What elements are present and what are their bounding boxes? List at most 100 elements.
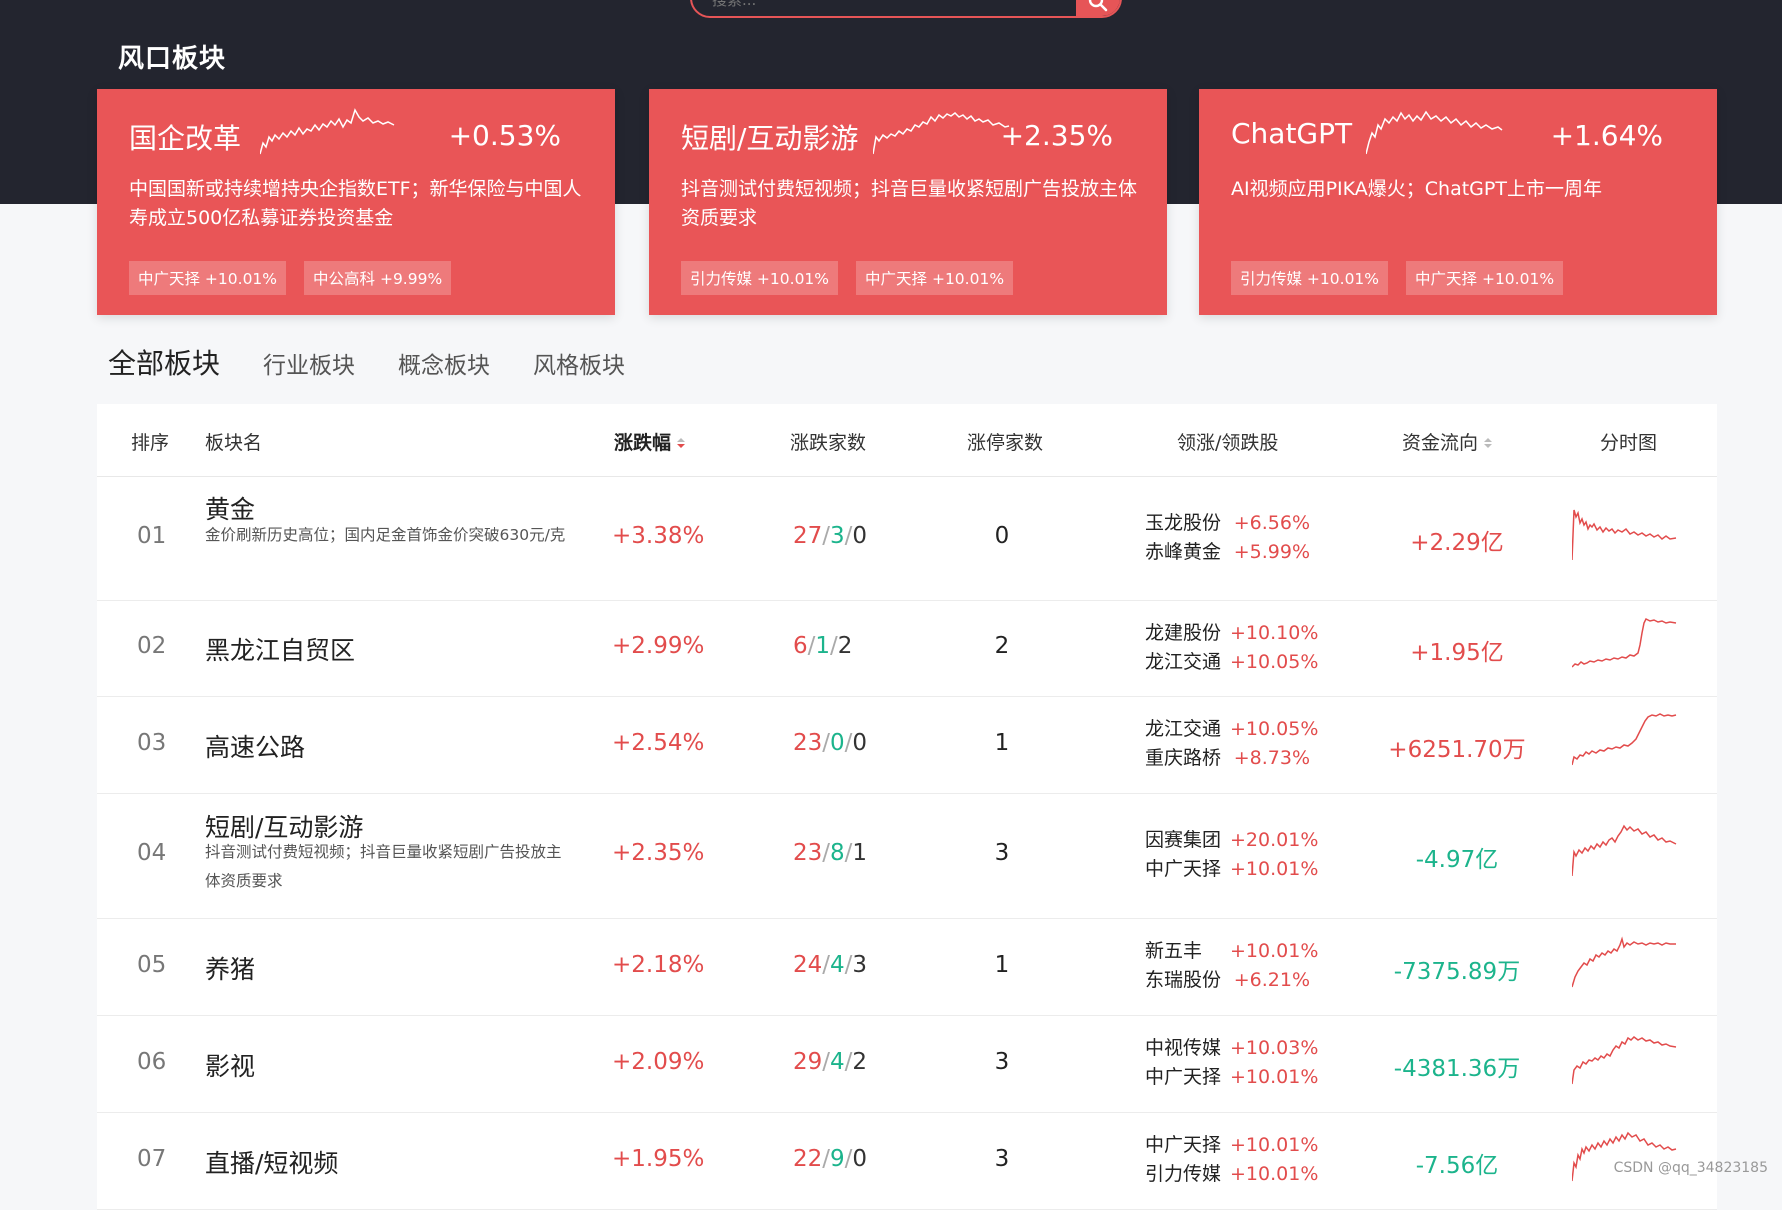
- sector-name[interactable]: 黑龙江自贸区: [205, 631, 355, 667]
- row-index: 01: [137, 523, 167, 549]
- watermark: CSDN @qq_34823185: [1613, 1160, 1768, 1176]
- leader-stocks: 玉龙股份 +6.56% 赤峰黄金 +5.99%: [1145, 509, 1310, 567]
- leader-name[interactable]: 龙江交通: [1145, 715, 1230, 744]
- down-count: 0: [852, 523, 868, 549]
- header-name: 板块名: [205, 432, 263, 454]
- search-box[interactable]: [690, 0, 1122, 18]
- table-row[interactable]: 03 高速公路 +2.54% 23/0/0 1 龙江交通 +10.05% 重庆路桥…: [97, 697, 1717, 794]
- leader-name[interactable]: 中视传媒: [1145, 1034, 1230, 1063]
- tab-style[interactable]: 风格板块: [533, 346, 625, 380]
- leader-change: +20.01%: [1230, 829, 1319, 851]
- leader-stocks: 新五丰 +10.01% 东瑞股份 +6.21%: [1145, 937, 1318, 995]
- leader-change: +8.73%: [1233, 747, 1310, 769]
- header-change-sort[interactable]: 涨跌幅: [614, 428, 688, 455]
- sector-name[interactable]: 影视: [205, 1047, 255, 1083]
- leader-stocks: 龙江交通 +10.05% 重庆路桥 +8.73%: [1145, 715, 1319, 773]
- sector-change: +2.99%: [612, 633, 705, 659]
- tab-concept[interactable]: 概念板块: [398, 346, 490, 380]
- header-limit-up: 涨停家数: [967, 432, 1044, 454]
- sector-name[interactable]: 高速公路: [205, 728, 305, 764]
- up-count: 23: [793, 730, 823, 756]
- leader-stocks: 龙建股份 +10.10% 龙江交通 +10.05%: [1145, 619, 1319, 677]
- card-change: +2.35%: [1000, 119, 1113, 152]
- hot-sector-card[interactable]: 国企改革 +0.53% 中国国新或持续增持央企指数ETF；新华保险与中国人寿成立…: [97, 89, 615, 315]
- sector-tabs: 全部板块 行业板块 概念板块 风格板块: [108, 342, 668, 382]
- table-header: 排序 板块名 涨跌幅 涨跌家数 涨停家数 领涨/领跌股 资金流向 分时图: [97, 404, 1717, 477]
- table-row[interactable]: 05 养猪 +2.18% 24/4/3 1 新五丰 +10.01% 东瑞股份 +6.…: [97, 919, 1717, 1016]
- sector-table: 排序 板块名 涨跌幅 涨跌家数 涨停家数 领涨/领跌股 资金流向 分时图 01 …: [97, 404, 1717, 1210]
- leader-change: +10.01%: [1230, 858, 1319, 880]
- row-index: 05: [137, 952, 167, 978]
- header-intraday: 分时图: [1600, 432, 1658, 454]
- capital-flow: -7375.89万: [1393, 959, 1521, 985]
- flat-count: 4: [830, 1049, 845, 1075]
- up-down-count: 27/3/0: [793, 523, 868, 549]
- table-row[interactable]: 01 黄金 金价刷新历史高位；国内足金首饰金价突破630元/克 +3.38% 2…: [97, 477, 1717, 601]
- sparkline-chart: [873, 112, 1010, 155]
- down-count: 0: [852, 1146, 868, 1172]
- leader-name[interactable]: 龙江交通: [1145, 648, 1230, 677]
- leader-change: +5.99%: [1233, 541, 1310, 563]
- stock-tag[interactable]: 中公高科 +9.99%: [304, 261, 452, 295]
- leader-name[interactable]: 中广天择: [1145, 1131, 1230, 1160]
- leader-name[interactable]: 玉龙股份: [1145, 509, 1230, 538]
- leader-name[interactable]: 新五丰: [1145, 937, 1230, 966]
- header-change-label: 涨跌幅: [614, 432, 672, 454]
- limit-up-count: 0: [994, 523, 1010, 549]
- table-row[interactable]: 02 黑龙江自贸区 +2.99% 6/1/2 2 龙建股份 +10.10% 龙江交…: [97, 601, 1717, 697]
- up-down-count: 24/4/3: [793, 952, 868, 978]
- capital-flow: +6251.70万: [1388, 737, 1526, 763]
- leader-name[interactable]: 龙建股份: [1145, 619, 1230, 648]
- leader-change: +10.03%: [1230, 1037, 1319, 1059]
- limit-up-count: 2: [994, 633, 1010, 659]
- search-input[interactable]: [710, 0, 1044, 14]
- limit-up-count: 1: [994, 730, 1010, 756]
- table-row[interactable]: 07 直播/短视频 +1.95% 22/9/0 3 中广天择 +10.01% 引力…: [97, 1113, 1717, 1210]
- up-down-count: 6/1/2: [793, 633, 853, 659]
- leader-stocks: 中广天择 +10.01% 引力传媒 +10.01%: [1145, 1131, 1319, 1189]
- leader-name[interactable]: 引力传媒: [1145, 1160, 1230, 1189]
- leader-change: +10.01%: [1230, 1066, 1319, 1088]
- sort-icon: [1484, 438, 1493, 448]
- stock-tag[interactable]: 引力传媒 +10.01%: [1231, 261, 1389, 295]
- stock-tag[interactable]: 中广天择 +10.01%: [129, 261, 287, 295]
- sector-name[interactable]: 直播/短视频: [205, 1144, 338, 1180]
- flat-count: 9: [830, 1146, 845, 1172]
- leader-change: +6.56%: [1233, 512, 1310, 534]
- header-index: 排序: [131, 432, 170, 454]
- table-row[interactable]: 04 短剧/互动影游 抖音测试付费短视频；抖音巨量收紧短剧广告投放主体资质要求 …: [97, 794, 1717, 919]
- leader-change: +10.01%: [1230, 1163, 1319, 1185]
- hot-sector-card[interactable]: 短剧/互动影游 +2.35% 抖音测试付费短视频；抖音巨量收紧短剧广告投放主体资…: [649, 89, 1167, 315]
- leader-name[interactable]: 重庆路桥: [1145, 744, 1230, 773]
- row-index: 07: [137, 1146, 167, 1172]
- up-count: 6: [793, 633, 808, 659]
- intraday-chart: [1572, 713, 1677, 766]
- stock-tag[interactable]: 中广天择 +10.01%: [1406, 261, 1564, 295]
- flat-count: 1: [815, 633, 831, 659]
- tab-all[interactable]: 全部板块: [108, 342, 220, 382]
- leader-name[interactable]: 赤峰黄金: [1145, 538, 1230, 567]
- leader-name[interactable]: 因赛集团: [1145, 826, 1230, 855]
- leader-name[interactable]: 中广天择: [1145, 855, 1230, 884]
- sparkline-chart: [1366, 110, 1503, 155]
- stock-tag[interactable]: 中广天择 +10.01%: [856, 261, 1014, 295]
- intraday-chart: [1572, 1036, 1677, 1085]
- intraday-chart: [1572, 617, 1677, 668]
- sector-name[interactable]: 养猪: [205, 950, 255, 986]
- table-row[interactable]: 06 影视 +2.09% 29/4/2 3 中视传媒 +10.03% 中广天择 +1…: [97, 1016, 1717, 1113]
- leader-name[interactable]: 东瑞股份: [1145, 966, 1230, 995]
- tab-industry[interactable]: 行业板块: [263, 346, 355, 380]
- hot-sector-card[interactable]: ChatGPT +1.64% AI视频应用PIKA爆火；ChatGPT上市一周年…: [1199, 89, 1717, 315]
- leader-change: +10.05%: [1230, 718, 1319, 740]
- up-count: 23: [793, 840, 823, 866]
- capital-flow: -4.97亿: [1415, 847, 1499, 873]
- leader-change: +10.10%: [1230, 622, 1319, 644]
- card-name: ChatGPT: [1231, 117, 1353, 150]
- leader-name[interactable]: 中广天择: [1145, 1063, 1230, 1092]
- card-description: 抖音测试付费短视频；抖音巨量收紧短剧广告投放主体资质要求: [681, 178, 1138, 229]
- row-index: 06: [137, 1049, 167, 1075]
- intraday-chart: [1572, 509, 1677, 561]
- header-flow-sort[interactable]: 资金流向: [1402, 428, 1495, 455]
- stock-tag[interactable]: 引力传媒 +10.01%: [681, 261, 839, 295]
- flat-count: 4: [830, 952, 845, 978]
